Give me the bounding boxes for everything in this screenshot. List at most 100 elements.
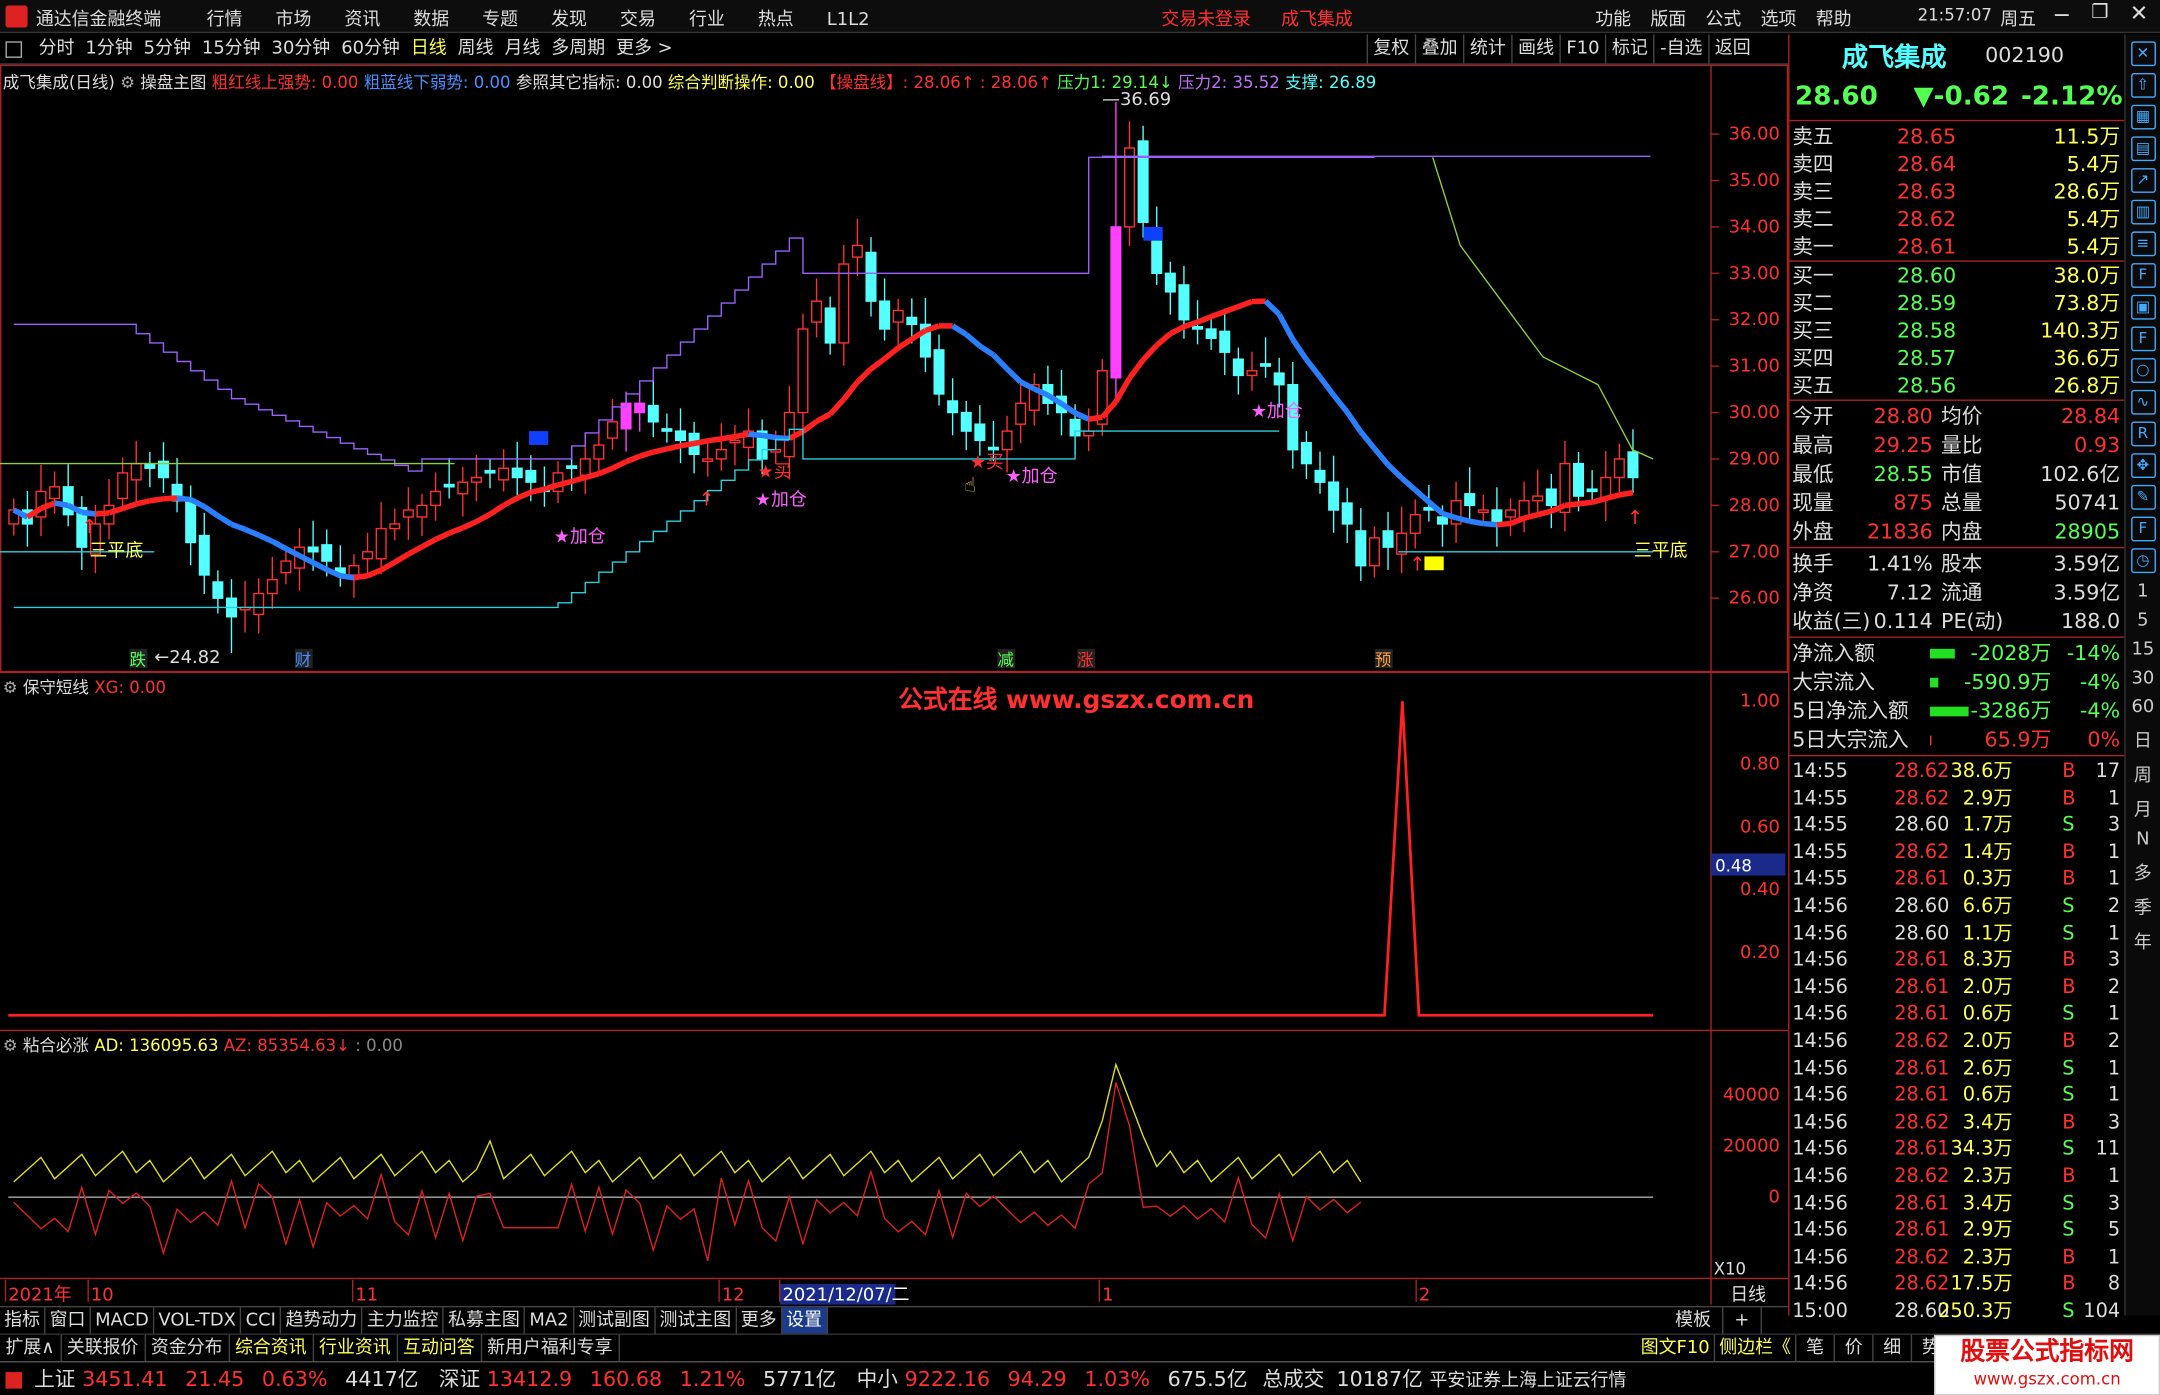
bid-row[interactable]: 买一 28.60 38.0万 — [1790, 262, 2126, 290]
period-tab[interactable]: 5分钟 — [138, 34, 196, 64]
ask-row[interactable]: 卖四 28.64 5.4万 — [1790, 150, 2126, 178]
fs-icon[interactable]: F — [2130, 516, 2156, 542]
extension-tab[interactable]: 互动问答 — [398, 1334, 482, 1363]
list-icon[interactable]: ≡ — [2130, 231, 2156, 257]
bid-row[interactable]: 买三 28.58 140.3万 — [1790, 317, 2126, 345]
circle-icon[interactable]: ○ — [2130, 358, 2156, 383]
menu-item[interactable]: 公式 — [1706, 4, 1742, 31]
chart-tool-button[interactable]: 统计 — [1463, 34, 1511, 65]
chart-tool-button[interactable]: -自选 — [1653, 34, 1708, 65]
ask-row[interactable]: 卖二 28.62 5.4万 — [1790, 205, 2126, 233]
indicator-tab[interactable]: 主力监控 — [363, 1307, 444, 1335]
kline-chart[interactable]: 36.00 35.00 34.00 33.00 32.00 31.00 30.00 29.00… — [0, 64, 1789, 1306]
rsi-icon[interactable]: R — [2130, 421, 2156, 447]
period-tab[interactable]: 30分钟 — [266, 34, 336, 64]
chart-tool-button[interactable]: 复权 — [1366, 34, 1415, 65]
menu-item[interactable]: 发现 — [551, 4, 587, 31]
period-tab[interactable]: 日线 — [405, 34, 452, 64]
close-icon[interactable]: ✕ — [2130, 0, 2148, 26]
ask-row[interactable]: 卖三 28.63 28.6万 — [1790, 178, 2126, 206]
pen-icon[interactable]: ✎ — [2130, 484, 2156, 510]
settings-icon[interactable]: ⚙ — [120, 73, 140, 92]
settings-icon[interactable]: ⚙ — [3, 1036, 23, 1055]
menu-item[interactable]: 数据 — [413, 4, 449, 31]
sidebar-period[interactable]: 日 — [2126, 726, 2160, 753]
bid-row[interactable]: 买五 28.56 26.8万 — [1790, 372, 2126, 400]
period-tab[interactable]: 60分钟 — [336, 34, 406, 64]
sidebar-period[interactable]: 30 — [2126, 668, 2160, 689]
sidebar-period[interactable]: 月 — [2126, 795, 2160, 821]
sidebar-period[interactable]: N — [2126, 829, 2160, 850]
menu-item[interactable]: 交易 — [620, 4, 656, 31]
zx-label[interactable]: 中小 — [857, 1367, 898, 1392]
menu-item[interactable]: 行情 — [207, 4, 243, 31]
login-status[interactable]: 交易未登录 — [1161, 4, 1251, 31]
indicator-tab[interactable]: MA2 — [525, 1307, 575, 1335]
panel-tab[interactable]: 图文F10 — [1637, 1334, 1716, 1363]
clock-icon[interactable]: ◷ — [2130, 548, 2156, 574]
indicator-tab[interactable]: 测试主图 — [655, 1307, 737, 1335]
menu-item[interactable]: 功能 — [1595, 4, 1631, 31]
panel-tab[interactable]: 笔 — [1796, 1334, 1836, 1363]
extension-tab[interactable]: 新用户福利专享 — [482, 1334, 620, 1363]
indicator-tab[interactable]: MACD — [91, 1307, 155, 1335]
sidebar-period[interactable]: 季 — [2126, 893, 2160, 919]
bid-row[interactable]: 买二 28.59 73.8万 — [1790, 289, 2126, 317]
period-tab[interactable]: 更多 > — [611, 34, 679, 64]
menu-item[interactable]: 选项 — [1761, 4, 1797, 31]
indicator-tab[interactable]: 指标 — [0, 1307, 46, 1335]
chart-tool-button[interactable]: F10 — [1559, 34, 1606, 65]
indicator-tab[interactable]: 设置 — [782, 1307, 828, 1335]
table-icon[interactable]: ▤ — [2130, 136, 2156, 162]
menu-item[interactable]: 版面 — [1650, 4, 1686, 31]
broker-name[interactable]: 平安证券上海上证云行情 — [1429, 1371, 1626, 1392]
chart-tool-button[interactable]: 标记 — [1605, 34, 1653, 65]
indicator-name[interactable]: 操盘主图 — [140, 73, 206, 92]
menu-toggle-icon[interactable] — [5, 41, 23, 58]
panel-tab[interactable]: 价 — [1835, 1334, 1874, 1363]
period-tab[interactable]: 周线 — [452, 34, 499, 64]
indicator-tab[interactable]: 更多 — [737, 1307, 783, 1335]
sidebar-period[interactable]: 1 — [2126, 581, 2160, 602]
menu-item[interactable]: 行业 — [689, 4, 725, 31]
chart-tool-button[interactable]: 画线 — [1511, 34, 1559, 65]
template-button[interactable]: + — [1723, 1307, 1762, 1335]
extension-tab[interactable]: 行业资讯 — [313, 1334, 398, 1363]
up-arrow-icon[interactable]: ⇧ — [2130, 73, 2156, 98]
menu-item[interactable]: L1L2 — [827, 10, 870, 31]
ask-row[interactable]: 卖一 28.61 5.4万 — [1790, 233, 2126, 261]
menu-item[interactable]: 专题 — [482, 4, 518, 31]
menu-item[interactable]: 市场 — [276, 4, 312, 31]
extension-tab[interactable]: 资金分布 — [145, 1334, 230, 1363]
move-icon[interactable]: ✥ — [2130, 453, 2156, 479]
extension-tab[interactable]: 综合资讯 — [229, 1334, 314, 1363]
bid-row[interactable]: 买四 28.57 36.6万 — [1790, 344, 2126, 372]
period-tab[interactable]: 15分钟 — [196, 34, 266, 64]
sidebar-period[interactable]: 60 — [2126, 697, 2160, 718]
pane2-name[interactable]: 保守短线 — [23, 678, 89, 697]
sh-label[interactable]: 上证 — [34, 1367, 75, 1392]
bar-icon[interactable]: ▥ — [2130, 199, 2156, 225]
indicator-tab[interactable]: 测试副图 — [574, 1307, 656, 1335]
sidebar-period[interactable]: 多 — [2126, 858, 2160, 885]
extension-tab[interactable]: 关联报价 — [61, 1334, 146, 1363]
panel-tab[interactable]: 侧边栏《 — [1715, 1334, 1797, 1363]
menu-item[interactable]: 帮助 — [1816, 4, 1852, 31]
sz-label[interactable]: 深证 — [439, 1367, 480, 1392]
indicator-tab[interactable]: CCI — [241, 1307, 282, 1335]
indicator-tab[interactable]: VOL-TDX — [154, 1307, 242, 1335]
indicator-tab[interactable]: 私募主图 — [444, 1307, 526, 1335]
maximize-icon[interactable]: ❐ — [2091, 1, 2108, 23]
news-icon[interactable]: ▣ — [2130, 294, 2156, 320]
extension-tab[interactable]: 扩展∧ — [0, 1334, 62, 1363]
settings-icon[interactable]: ⚙ — [3, 678, 23, 697]
sidebar-period[interactable]: 年 — [2126, 927, 2160, 954]
period-tab[interactable]: 1分钟 — [80, 34, 138, 64]
chart-tool-button[interactable]: 叠加 — [1414, 34, 1463, 65]
sidebar-period[interactable]: 周 — [2126, 760, 2160, 787]
period-tab[interactable]: 分时 — [33, 34, 80, 64]
panel-tab[interactable]: 细 — [1874, 1334, 1913, 1363]
trend-icon[interactable]: ↗ — [2130, 168, 2156, 193]
period-tab[interactable]: 月线 — [499, 34, 546, 64]
menu-item[interactable]: 资讯 — [344, 4, 380, 31]
